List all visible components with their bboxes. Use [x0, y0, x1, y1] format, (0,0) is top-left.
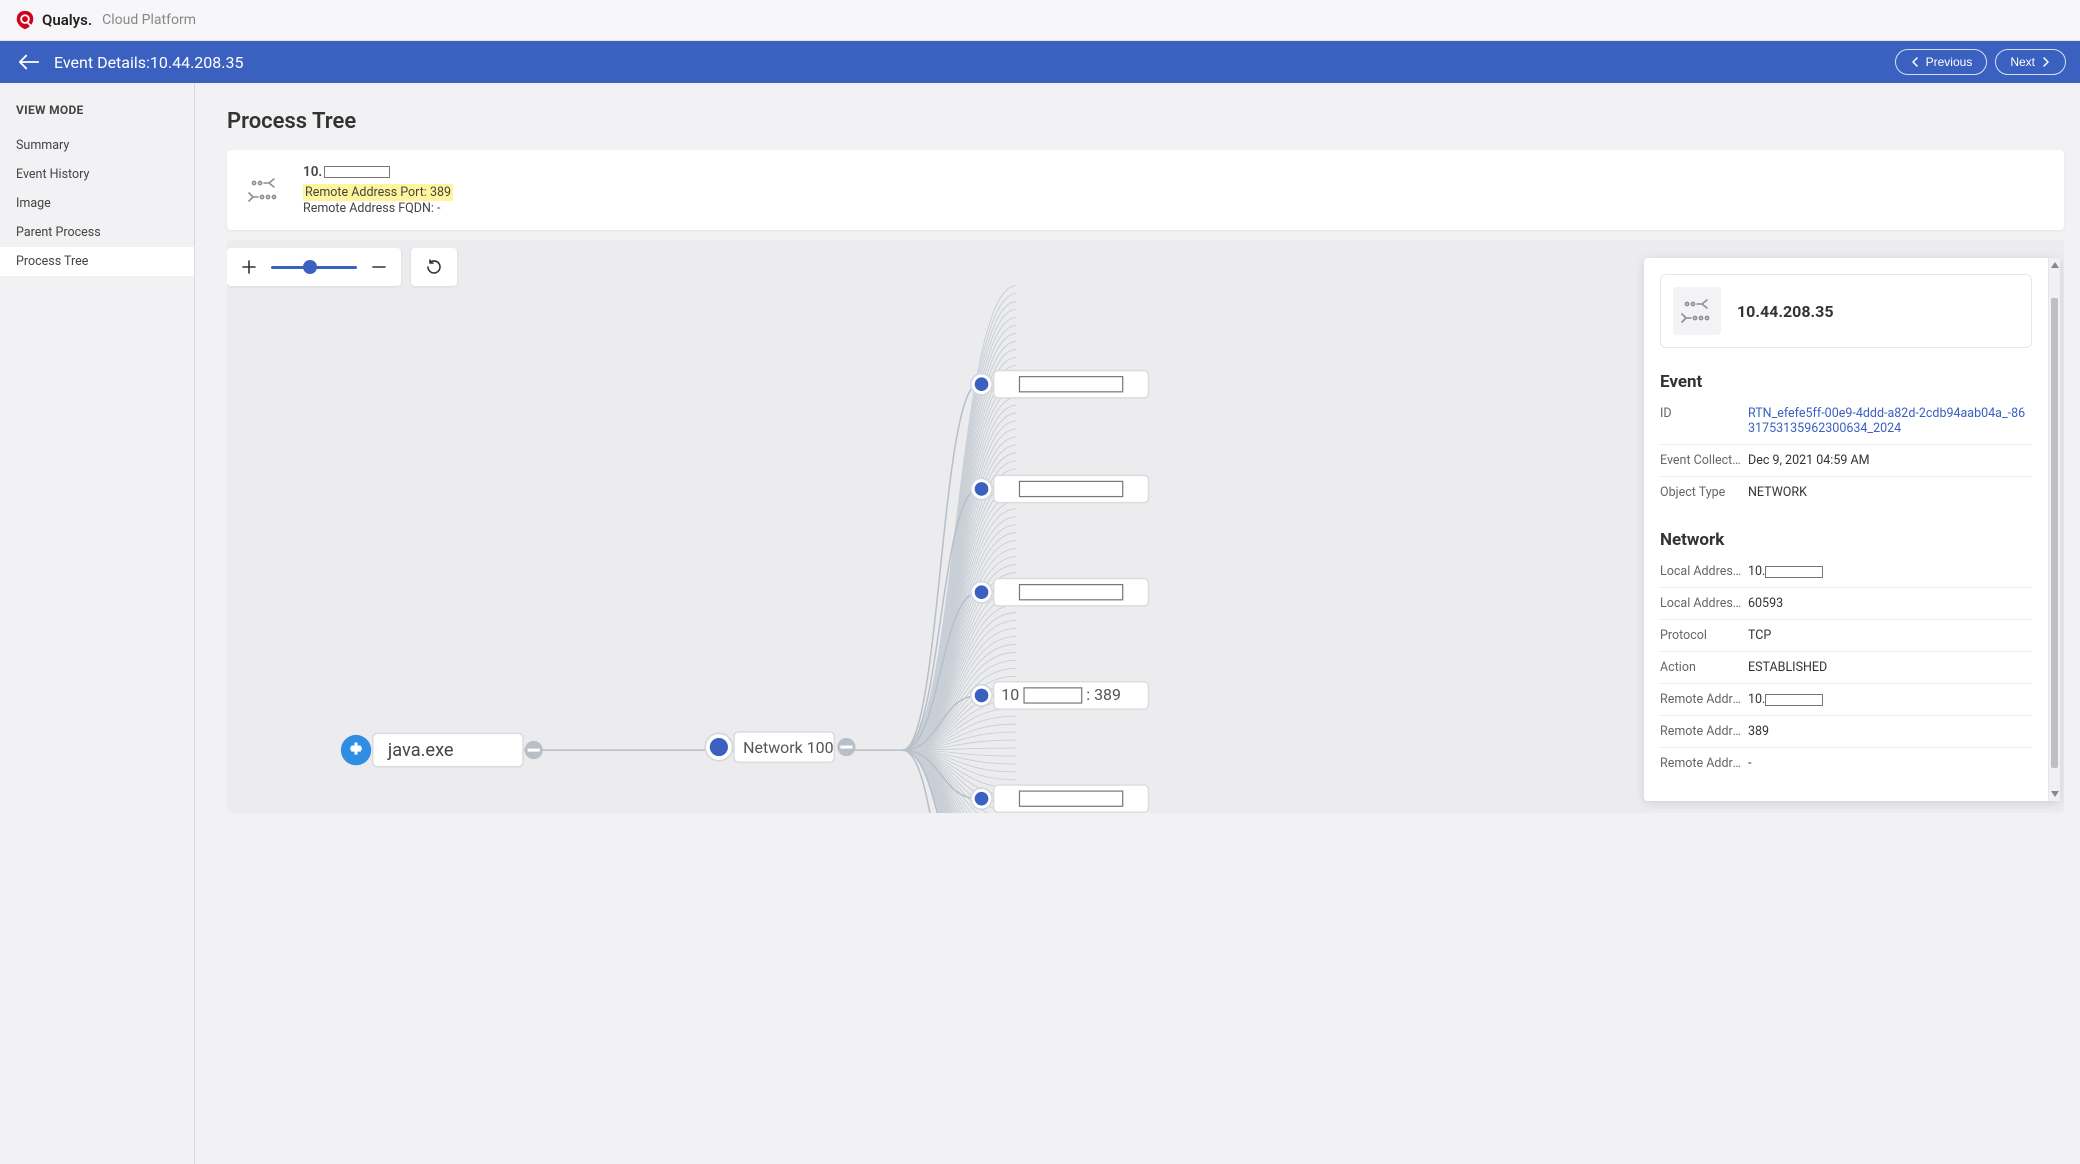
tree-node-network[interactable]: Network 100: [705, 732, 855, 762]
detail-key: Action: [1660, 660, 1748, 675]
zoom-out-button[interactable]: [367, 255, 391, 279]
action-bar: Event Details:10.44.208.35 Previous Next: [0, 41, 2080, 83]
detail-value: TCP: [1748, 628, 2032, 643]
network-icon: [245, 171, 283, 209]
triangle-up-icon: [2051, 262, 2059, 268]
page-title: Event Details:10.44.208.35: [54, 53, 243, 72]
detail-row: Remote Addre…389: [1660, 716, 2032, 748]
root-node-label: java.exe: [387, 740, 454, 761]
triangle-down-icon: [2051, 791, 2059, 797]
scrollbar-down-arrow[interactable]: [2049, 787, 2060, 801]
section-title: Process Tree: [227, 109, 2064, 134]
summary-fqdn-label: Remote Address FQDN:: [303, 201, 434, 216]
tree-leaf-node[interactable]: [971, 371, 1149, 398]
next-button[interactable]: Next: [1995, 49, 2066, 75]
detail-value: NETWORK: [1748, 485, 2032, 500]
chevron-left-icon: [1910, 57, 1920, 67]
scrollbar-thumb[interactable]: [2051, 298, 2058, 768]
detail-row: ActionESTABLISHED: [1660, 652, 2032, 684]
tree-node-root[interactable]: java.exe: [341, 733, 543, 766]
sidebar: VIEW MODE SummaryEvent HistoryImageParen…: [0, 83, 195, 1164]
previous-button[interactable]: Previous: [1895, 49, 1988, 75]
chevron-right-icon: [2041, 57, 2051, 67]
scrollbar-up-arrow[interactable]: [2049, 258, 2060, 272]
detail-key: Protocol: [1660, 628, 1748, 643]
detail-ip: 10.44.208.35: [1737, 302, 1834, 321]
detail-scrollbar[interactable]: [2048, 258, 2060, 801]
minus-icon: [371, 259, 387, 275]
detail-row: Local Address …60593: [1660, 588, 2032, 620]
sidebar-heading: VIEW MODE: [0, 103, 194, 131]
detail-value: 389: [1748, 724, 2032, 739]
tree-leaf-node[interactable]: [971, 475, 1149, 502]
detail-section-event: Event: [1660, 372, 2032, 392]
summary-ip-prefix: 10.: [303, 164, 322, 180]
detail-row: Object TypeNETWORK: [1660, 477, 2032, 508]
detail-value: 60593: [1748, 596, 2032, 611]
summary-ip: 10.: [303, 164, 453, 180]
refresh-icon: [425, 258, 443, 276]
detail-value[interactable]: RTN_efefe5ff-00e9-4ddd-a82d-2cdb94aab04a…: [1748, 406, 2032, 436]
detail-section-network: Network: [1660, 530, 2032, 550]
summary-port-highlight: Remote Address Port: 389: [303, 184, 453, 201]
detail-header: 10.44.208.35: [1660, 274, 2032, 348]
detail-key: Remote Addre…: [1660, 692, 1748, 707]
detail-panel: 10.44.208.35 Event IDRTN_efefe5ff-00e9-4…: [1644, 258, 2060, 801]
summary-card: 10. Remote Address Port: 389 Remote Addr…: [227, 150, 2064, 230]
detail-key: Local Address …: [1660, 596, 1748, 611]
sidebar-item-process-tree[interactable]: Process Tree: [0, 247, 194, 276]
back-button[interactable]: [14, 49, 44, 75]
detail-row: Remote Addre…-: [1660, 748, 2032, 779]
detail-row: IDRTN_efefe5ff-00e9-4ddd-a82d-2cdb94aab0…: [1660, 398, 2032, 445]
brand-subtitle: Cloud Platform: [102, 12, 196, 28]
redacted-ip: [1765, 566, 1823, 578]
summary-fqdn-value: -: [437, 201, 440, 216]
detail-row: ProtocolTCP: [1660, 620, 2032, 652]
previous-label: Previous: [1926, 55, 1973, 69]
tree-leaf-node[interactable]: 10 : 389: [971, 682, 1149, 709]
detail-key: Object Type: [1660, 485, 1748, 500]
detail-value: -: [1748, 756, 2032, 771]
sidebar-item-event-history[interactable]: Event History: [0, 160, 194, 189]
network-node-label: Network 100: [743, 738, 833, 757]
detail-key: ID: [1660, 406, 1748, 421]
next-label: Next: [2010, 55, 2035, 69]
zoom-in-button[interactable]: [237, 255, 261, 279]
leaf-port-suffix: : 389: [1086, 685, 1121, 704]
tree-leaf-node[interactable]: [971, 785, 1149, 812]
redacted-ip: [1765, 694, 1823, 706]
detail-value: 10.: [1748, 564, 2032, 579]
graph-canvas[interactable]: java.exe Network 100 10 : 389: [227, 240, 2064, 813]
detail-key: Remote Addre…: [1660, 724, 1748, 739]
canvas-toolbar: [227, 248, 457, 286]
brand-name: Qualys.: [42, 11, 92, 29]
detail-value: Dec 9, 2021 04:59 AM: [1748, 453, 2032, 468]
detail-key: Remote Addre…: [1660, 756, 1748, 771]
redacted-ip: [324, 166, 390, 178]
brand-bar: Qualys. Cloud Platform: [0, 0, 2080, 41]
qualys-logo-icon: [14, 9, 36, 31]
detail-key: Local Address …: [1660, 564, 1748, 579]
detail-row: Event Collecte…Dec 9, 2021 04:59 AM: [1660, 445, 2032, 477]
tree-leaf-node[interactable]: [971, 579, 1149, 606]
detail-key: Event Collecte…: [1660, 453, 1748, 468]
arrow-left-icon: [18, 53, 40, 71]
detail-value: 10.: [1748, 692, 2032, 707]
refresh-button[interactable]: [421, 254, 447, 280]
brand-logo: Qualys. Cloud Platform: [14, 9, 196, 31]
plus-icon: [241, 259, 257, 275]
detail-row: Local Address …10.: [1660, 556, 2032, 588]
detail-value: ESTABLISHED: [1748, 660, 2032, 675]
sidebar-item-parent-process[interactable]: Parent Process: [0, 218, 194, 247]
detail-row: Remote Addre…10.: [1660, 684, 2032, 716]
sidebar-item-image[interactable]: Image: [0, 189, 194, 218]
sidebar-item-summary[interactable]: Summary: [0, 131, 194, 160]
main-content: Process Tree 10.: [195, 83, 2080, 1164]
leaf-ip-prefix: 10: [1001, 685, 1019, 704]
zoom-slider[interactable]: [271, 266, 357, 269]
network-icon: [1673, 287, 1721, 335]
